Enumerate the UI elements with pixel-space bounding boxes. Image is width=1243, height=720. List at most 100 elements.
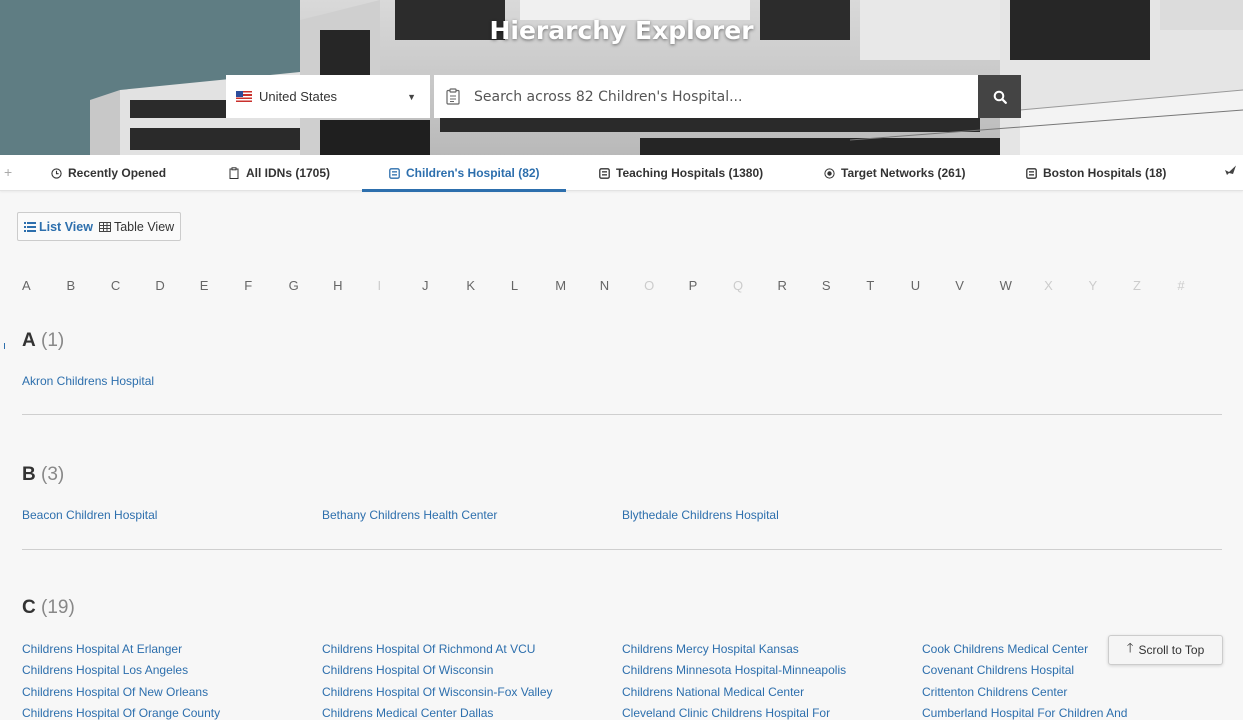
tab-label: Children's Hospital (82) — [406, 166, 540, 180]
section-count: (19) — [41, 597, 75, 618]
tab-label: Teaching Hospitals (1380) — [616, 166, 764, 180]
hospital-link[interactable]: Childrens Minnesota Hospital-Minneapolis — [622, 663, 846, 677]
table-view-button[interactable]: Table View — [98, 219, 175, 234]
alphabet-letter[interactable]: M — [555, 278, 599, 293]
alphabet-letter: O — [644, 278, 655, 293]
hospital-link[interactable]: Childrens Hospital Of Wisconsin-Fox Vall… — [322, 685, 553, 699]
alphabet-letter: Q — [733, 278, 744, 293]
list-view-button[interactable]: List View — [24, 220, 93, 234]
tab-all-idns[interactable]: All IDNs (1705) — [228, 155, 330, 191]
section-a: A (1) Akron Childrens Hospital — [22, 330, 1222, 390]
hospital-link[interactable]: Blythedale Childrens Hospital — [622, 508, 779, 522]
section-count: (3) — [41, 464, 65, 485]
tab-childrens-hospital[interactable]: Children's Hospital (82) — [362, 155, 566, 192]
tab-label: All IDNs (1705) — [246, 166, 331, 180]
target-icon — [823, 167, 835, 179]
hospital-link[interactable]: Cleveland Clinic Childrens Hospital For — [622, 706, 830, 720]
section-b: B (3) Beacon Children Hospital Bethany C… — [22, 464, 1222, 524]
alphabet-letter: X — [1044, 278, 1053, 293]
alphabet-letter[interactable]: E — [200, 278, 244, 293]
page-title: Hierarchy Explorer — [489, 16, 754, 45]
view-toggle: List View Table View — [17, 212, 182, 241]
table-view-label: Table View — [113, 219, 175, 234]
hospital-link[interactable]: Childrens Hospital At Erlanger — [22, 642, 182, 656]
clipboard-icon — [446, 88, 460, 105]
search-bar: United States ▼ — [226, 75, 1021, 118]
alphabet-letter[interactable]: W — [1000, 278, 1044, 293]
alphabet-letter[interactable]: L — [511, 278, 555, 293]
alphabet-letter[interactable]: B — [66, 278, 110, 293]
search-input[interactable] — [474, 88, 966, 105]
list-box-icon — [1025, 167, 1037, 179]
scroll-to-top-button[interactable]: 🡑 Scroll to Top — [1108, 635, 1223, 665]
hospital-link[interactable]: Covenant Childrens Hospital — [922, 663, 1074, 677]
alphabet-letter[interactable]: U — [911, 278, 955, 293]
scroll-to-top-label: Scroll to Top — [1138, 643, 1205, 657]
section-divider — [22, 549, 1222, 550]
section-heading: A (1) — [22, 330, 1222, 352]
alphabet-letter[interactable]: R — [777, 278, 821, 293]
hospital-link[interactable]: Childrens National Medical Center — [622, 685, 804, 699]
tab-teaching-hospitals[interactable]: Teaching Hospitals (1380) — [598, 155, 763, 191]
caret-down-icon: ▼ — [407, 91, 416, 102]
hospital-link[interactable]: Childrens Mercy Hospital Kansas — [622, 642, 799, 656]
tab-label: Recently Opened — [68, 166, 167, 180]
alphabet-letter[interactable]: A — [22, 278, 66, 293]
tab-boston-hospitals[interactable]: Boston Hospitals (18) — [1025, 155, 1166, 191]
section-divider — [22, 414, 1222, 415]
alphabet-letter: # — [1177, 278, 1185, 293]
list-view-label: List View — [39, 219, 93, 234]
tab-overflow-icon[interactable] — [1224, 165, 1237, 179]
alphabet-index: A B C D E F G H I J K L M N O P Q R S T U V W X Y Z # — [22, 278, 1222, 293]
alphabet-letter: I — [377, 278, 382, 293]
section-count: (1) — [41, 330, 65, 351]
alphabet-letter[interactable]: F — [244, 278, 288, 293]
country-label: United States — [259, 89, 338, 104]
alphabet-letter[interactable]: J — [422, 278, 466, 293]
arrow-up-icon: 🡑 — [1126, 640, 1134, 655]
alphabet-letter: Z — [1132, 278, 1141, 293]
list-box-icon — [388, 167, 400, 179]
hospital-link[interactable]: Childrens Hospital Los Angeles — [22, 663, 188, 677]
hospital-link[interactable]: Crittenton Childrens Center — [922, 685, 1067, 699]
alphabet-letter[interactable]: V — [955, 278, 999, 293]
list-icon — [24, 221, 36, 232]
alphabet-letter[interactable]: N — [600, 278, 644, 293]
section-heading: B (3) — [22, 464, 1222, 486]
tab-target-networks[interactable]: Target Networks (261) — [823, 155, 965, 191]
alphabet-letter[interactable]: P — [689, 278, 733, 293]
alphabet-letter[interactable]: K — [466, 278, 510, 293]
alphabet-letter[interactable]: T — [866, 278, 910, 293]
alphabet-letter[interactable]: G — [289, 278, 333, 293]
tab-label: Target Networks (261) — [841, 166, 966, 180]
hospital-link[interactable]: Bethany Childrens Health Center — [322, 508, 497, 522]
us-flag-icon — [236, 91, 252, 102]
section-letter: B — [22, 464, 36, 485]
hospital-link[interactable]: Akron Childrens Hospital — [22, 374, 154, 388]
alphabet-letter[interactable]: D — [155, 278, 199, 293]
section-marker — [4, 343, 5, 349]
hospital-link[interactable]: Childrens Hospital Of Wisconsin — [322, 663, 493, 677]
section-c: C (19) Childrens Hospital At Erlanger Ch… — [22, 597, 1222, 720]
hospital-link[interactable]: Childrens Medical Center Dallas — [322, 706, 493, 720]
hospital-link[interactable]: Childrens Hospital Of Orange County — [22, 706, 220, 720]
alphabet-letter[interactable]: C — [111, 278, 155, 293]
tab-label: Boston Hospitals (18) — [1043, 166, 1167, 180]
alphabet-letter[interactable]: H — [333, 278, 377, 293]
hero-banner: Hierarchy Explorer United States ▼ — [0, 0, 1243, 155]
hospital-link[interactable]: Childrens Hospital Of Richmond At VCU — [322, 642, 535, 656]
hospital-link[interactable]: Childrens Hospital Of New Orleans — [22, 685, 208, 699]
hospital-link[interactable]: Cook Childrens Medical Center — [922, 642, 1088, 656]
alphabet-letter[interactable]: S — [822, 278, 866, 293]
tab-recently-opened[interactable]: Recently Opened — [50, 155, 166, 191]
country-select[interactable]: United States ▼ — [226, 75, 430, 118]
search-field — [434, 75, 978, 118]
hospital-link[interactable]: Beacon Children Hospital — [22, 508, 157, 522]
search-icon — [993, 90, 1007, 104]
search-button[interactable] — [978, 75, 1021, 118]
section-letter: A — [22, 330, 36, 351]
collection-tabs: + Recently Opened All IDNs (1705) Childr… — [0, 155, 1243, 192]
clipboard-icon — [228, 167, 240, 179]
hospital-link[interactable]: Cumberland Hospital For Children And — [922, 706, 1127, 720]
add-tab-plus-icon[interactable]: + — [4, 164, 12, 180]
